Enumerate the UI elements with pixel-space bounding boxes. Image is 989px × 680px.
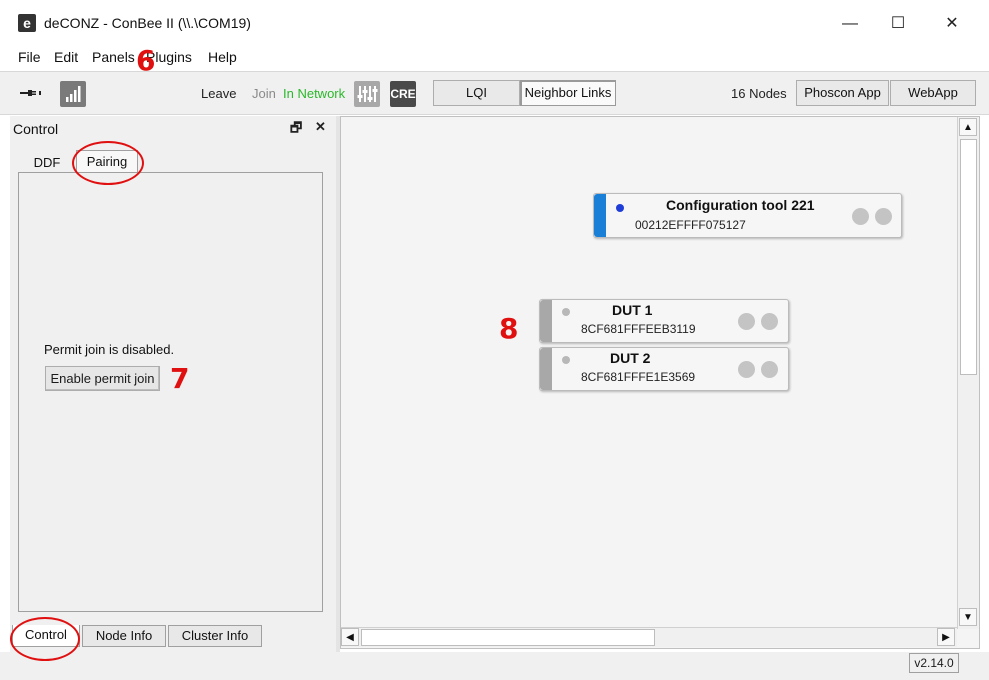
node-status-dot	[562, 308, 570, 316]
node-name: DUT 2	[610, 350, 651, 366]
node-stripe	[594, 194, 606, 237]
scroll-up-arrow-icon[interactable]: ▲	[959, 118, 977, 136]
horizontal-scrollbar[interactable]: ◀ ▶	[341, 627, 957, 647]
float-panel-icon[interactable]: 🗗	[290, 119, 302, 141]
node-stripe	[540, 348, 552, 390]
network-status: In Network	[283, 86, 346, 101]
scroll-down-arrow-icon[interactable]: ▼	[959, 608, 977, 626]
annotation-step-8: 8	[499, 312, 519, 345]
tab-cluster-info[interactable]: Cluster Info	[168, 625, 262, 647]
vertical-scroll-thumb[interactable]	[960, 139, 977, 375]
node-dut-1[interactable]: DUT 1 8CF681FFFEEB3119	[539, 299, 789, 343]
app-icon: e	[18, 14, 36, 32]
node-port[interactable]	[738, 361, 755, 378]
menu-help[interactable]: Help	[208, 49, 237, 65]
annotation-circle-pairing	[72, 141, 144, 185]
horizontal-scroll-thumb[interactable]	[361, 629, 655, 646]
equalizer-icon[interactable]	[354, 81, 380, 107]
phoscon-app-button[interactable]: Phoscon App	[796, 80, 889, 106]
vertical-scrollbar[interactable]: ▲ ▼	[957, 117, 979, 629]
tab-ddf[interactable]: DDF	[24, 152, 70, 174]
status-bar: v2.14.0	[0, 652, 989, 680]
node-port[interactable]	[738, 313, 755, 330]
scroll-left-arrow-icon[interactable]: ◀	[341, 628, 359, 646]
neighbor-links-button[interactable]: Neighbor Links	[520, 80, 616, 106]
node-stripe	[540, 300, 552, 342]
network-graph-view[interactable]: Configuration tool 221 00212EFFFF075127 …	[340, 116, 980, 649]
scroll-right-arrow-icon[interactable]: ▶	[937, 628, 955, 646]
cre-icon[interactable]: CRE	[390, 81, 416, 107]
node-port[interactable]	[875, 208, 892, 225]
panel-title: Control	[13, 121, 59, 137]
minimize-button[interactable]: —	[830, 10, 870, 38]
version-label: v2.14.0	[909, 653, 959, 673]
node-status-dot	[616, 204, 624, 212]
window-title: deCONZ - ConBee II (\\.\COM19)	[44, 15, 251, 31]
node-port[interactable]	[852, 208, 869, 225]
annotation-circle-control	[10, 617, 80, 661]
webapp-button[interactable]: WebApp	[890, 80, 976, 106]
enable-permit-join-button[interactable]: Enable permit join	[45, 366, 160, 391]
title-bar: e deCONZ - ConBee II (\\.\COM19) — ☐ ✕	[0, 0, 989, 46]
permit-join-status: Permit join is disabled.	[44, 342, 175, 357]
tab-node-info[interactable]: Node Info	[82, 625, 166, 647]
close-window-button[interactable]: ✕	[932, 10, 972, 38]
node-address: 8CF681FFFE1E3569	[581, 370, 696, 384]
menu-panels[interactable]: Panels	[92, 49, 135, 65]
node-name: Configuration tool 221	[666, 197, 815, 213]
node-port[interactable]	[761, 313, 778, 330]
node-name: DUT 1	[612, 302, 653, 318]
plug-icon	[18, 84, 44, 102]
menu-file[interactable]: File	[18, 49, 41, 65]
close-panel-icon[interactable]: ✕	[315, 119, 326, 135]
maximize-button[interactable]: ☐	[878, 10, 918, 38]
leave-button[interactable]: Leave	[201, 86, 236, 101]
toolbar: Leave Join In Network CRE LQI Neighbor L…	[0, 71, 989, 115]
join-button[interactable]: Join	[252, 86, 276, 101]
signal-strength-icon[interactable]	[60, 81, 86, 107]
annotation-step-7: 7	[170, 362, 190, 395]
node-address: 00212EFFFF075127	[635, 218, 746, 232]
node-status-dot	[562, 356, 570, 364]
node-port[interactable]	[761, 361, 778, 378]
node-address: 8CF681FFFEEB3119	[581, 322, 696, 336]
menu-edit[interactable]: Edit	[54, 49, 78, 65]
lqi-button[interactable]: LQI	[433, 80, 520, 106]
annotation-step-6: 6	[136, 44, 156, 77]
node-count: 16 Nodes	[731, 86, 787, 101]
node-coordinator[interactable]: Configuration tool 221 00212EFFFF075127	[593, 193, 902, 238]
node-dut-2[interactable]: DUT 2 8CF681FFFE1E3569	[539, 347, 789, 391]
